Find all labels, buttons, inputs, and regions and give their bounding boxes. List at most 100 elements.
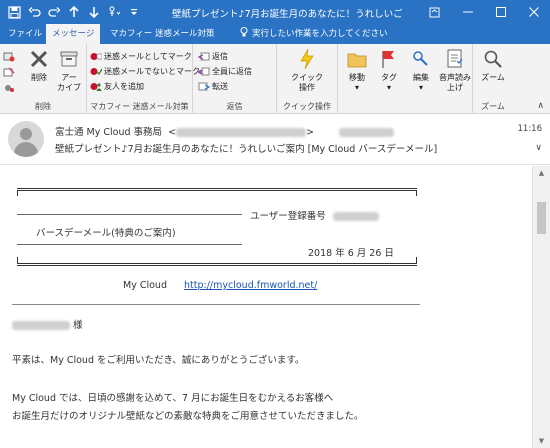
undo-icon[interactable]: [24, 2, 44, 22]
greeting-paragraph: 平素は、My Cloud をご利用いただき、誠にありがとうございます。: [12, 355, 305, 366]
message-body: ユーザー登録番号 バースデーメール(特典のご案内) 2018 年 6 月 26 …: [0, 166, 532, 448]
user-registration-line: ユーザー登録番号: [250, 208, 379, 222]
read-aloud-button[interactable]: 音声読み 上げ: [438, 47, 472, 93]
tell-me-search[interactable]: 実行したい作業を入力してください: [240, 24, 388, 44]
junk-button[interactable]: [3, 82, 17, 95]
maximize-icon[interactable]: [484, 0, 517, 24]
reply-button[interactable]: 返信: [198, 50, 228, 63]
sender-line[interactable]: 富士通 My Cloud 事務局 < >: [55, 124, 395, 138]
minimize-icon[interactable]: [451, 0, 484, 24]
user-reg-label: ユーザー登録番号: [250, 211, 326, 222]
mark-not-spam-button[interactable]: 迷惑メールでないとマーク: [90, 65, 200, 78]
junk-icon: [3, 83, 15, 94]
delete-x-icon: [27, 47, 51, 71]
tags-dropdown-icon: ▾: [386, 83, 391, 92]
ribbon-display-options-icon[interactable]: [418, 0, 451, 24]
tag-flag-icon: [377, 47, 401, 71]
down-arrow-icon[interactable]: [84, 2, 104, 22]
collapse-ribbon-icon[interactable]: ∧: [537, 101, 544, 111]
reply-all-button[interactable]: 全員に返信: [198, 65, 252, 78]
quick-access-toolbar: [0, 0, 144, 24]
customize-qat-icon[interactable]: [124, 2, 144, 22]
zoom-group: ズーム ズーム: [473, 44, 513, 114]
mcafee-group-label: マカフィー 迷惑メール対策: [90, 102, 189, 111]
window-title: 壁紙プレゼント♪7月お誕生月のあなたに！うれしいご案内 [M...: [172, 9, 402, 20]
delete-group-label: 削除: [35, 102, 51, 111]
scrollbar-thumb[interactable]: [537, 202, 546, 234]
quick-steps-label: クイック 操作: [291, 73, 323, 92]
mark-as-spam-label: 迷惑メールとしてマーク: [104, 52, 192, 61]
message-time: 11:16: [517, 124, 543, 134]
sender-name: 富士通 My Cloud 事務局: [55, 127, 163, 138]
message-subject: 壁紙プレゼント♪7月お誕生月のあなたに！うれしいご案内 [My Cloud バー…: [55, 144, 438, 155]
tell-me-text: 実行したい作業を入力してください: [252, 29, 388, 39]
mycloud-label: My Cloud: [123, 280, 167, 291]
add-friend-label: 友人を追加: [104, 82, 144, 91]
editing-icon: [409, 47, 433, 71]
quick-steps-group: クイック 操作 クイック操作: [277, 44, 338, 114]
cleanup-button[interactable]: [3, 66, 17, 79]
ribbon-tabs: ファイル メッセージ マカフィー 迷惑メール対策 実行したい作業を入力してくださ…: [0, 24, 550, 44]
mcafee-antispam-group: 迷惑メールとしてマーク 迷惑メールでないとマーク 友人を追加 マカフィー 迷惑メ…: [87, 44, 200, 114]
title-bar: 壁紙プレゼント♪7月お誕生月のあなたに！うれしいご案内 [M...: [0, 0, 550, 24]
mail-date: 2018 年 6 月 26 日: [308, 248, 394, 259]
forward-label: 転送: [212, 82, 228, 91]
save-icon[interactable]: [4, 2, 24, 22]
honorific: 様: [73, 320, 83, 331]
box-top-border: [17, 188, 417, 191]
lightning-icon: [295, 47, 319, 71]
ignore-button[interactable]: [3, 50, 17, 63]
delete-label: 削除: [31, 73, 47, 82]
mark-not-spam-label: 迷惑メールでないとマーク: [104, 67, 200, 76]
zoom-button[interactable]: ズーム: [476, 47, 510, 83]
tab-mcafee-antispam[interactable]: マカフィー 迷惑メール対策: [104, 24, 221, 44]
user-reg-number-redacted: [332, 212, 379, 221]
move-tags-group: 移動 ▾ タグ ▾ 編集 ▾ 音声読み 上げ: [338, 44, 473, 114]
lightbulb-icon: [240, 24, 248, 44]
vertical-scrollbar[interactable]: ▲ ▼: [532, 166, 550, 448]
move-label: 移動: [349, 73, 365, 82]
move-dropdown-icon: ▾: [354, 83, 359, 92]
delete-button[interactable]: 削除: [24, 47, 54, 83]
zoom-group-label: ズーム: [481, 102, 505, 111]
reply-all-icon: [198, 66, 210, 77]
not-spam-mark-icon: [90, 66, 102, 77]
tab-message[interactable]: メッセージ: [46, 24, 101, 44]
recipient-name-line: 様: [12, 317, 83, 331]
forward-button[interactable]: 転送: [198, 80, 228, 93]
quick-steps-group-label: クイック操作: [283, 102, 331, 111]
header-expand-icon[interactable]: ∨: [535, 143, 542, 153]
scroll-down-icon[interactable]: ▼: [533, 434, 550, 448]
thanks-paragraph-line1: My Cloud では、日頃の感謝を込めて、7 月にお誕生日をむかえるお客様へ: [12, 393, 334, 404]
sender-email-redacted: [176, 128, 307, 137]
quick-steps-button[interactable]: クイック 操作: [289, 47, 325, 93]
close-icon[interactable]: [517, 0, 550, 24]
reply-group-label: 返信: [226, 102, 243, 111]
add-friend-button[interactable]: 友人を追加: [90, 80, 144, 93]
archive-button[interactable]: アー カイブ: [54, 47, 84, 93]
forward-icon: [198, 81, 210, 92]
reply-all-label: 全員に返信: [212, 67, 252, 76]
up-arrow-icon[interactable]: [64, 2, 84, 22]
tags-label: タグ: [381, 73, 397, 82]
redo-icon[interactable]: [44, 2, 64, 22]
tab-file[interactable]: ファイル: [2, 24, 48, 44]
reply-group: 返信 全員に返信 転送 返信: [193, 44, 277, 114]
thanks-paragraph-line2: お誕生月だけのオリジナル壁紙などの素敵な特典をご用意させていただきました。: [12, 411, 364, 422]
mycloud-url-link[interactable]: http://mycloud.fmworld.net/: [184, 280, 317, 291]
read-aloud-label: 音声読み 上げ: [439, 73, 471, 92]
recipient-redacted: [339, 128, 395, 137]
touch-mode-icon[interactable]: [104, 2, 124, 22]
box-bottom-border: [17, 263, 417, 266]
ignore-icon: [3, 51, 15, 62]
birthday-mail-title: バースデーメール(特典のご案内): [36, 228, 176, 239]
move-button[interactable]: 移動 ▾: [342, 47, 372, 93]
move-icon: [345, 47, 369, 71]
recipient-name-redacted: [12, 321, 70, 330]
mark-as-spam-button[interactable]: 迷惑メールとしてマーク: [90, 50, 192, 63]
editing-button[interactable]: 編集 ▾: [406, 47, 436, 93]
scroll-up-icon[interactable]: ▲: [533, 166, 550, 180]
tags-button[interactable]: タグ ▾: [374, 47, 404, 93]
add-friend-icon: [90, 81, 102, 92]
reply-icon: [198, 51, 210, 62]
